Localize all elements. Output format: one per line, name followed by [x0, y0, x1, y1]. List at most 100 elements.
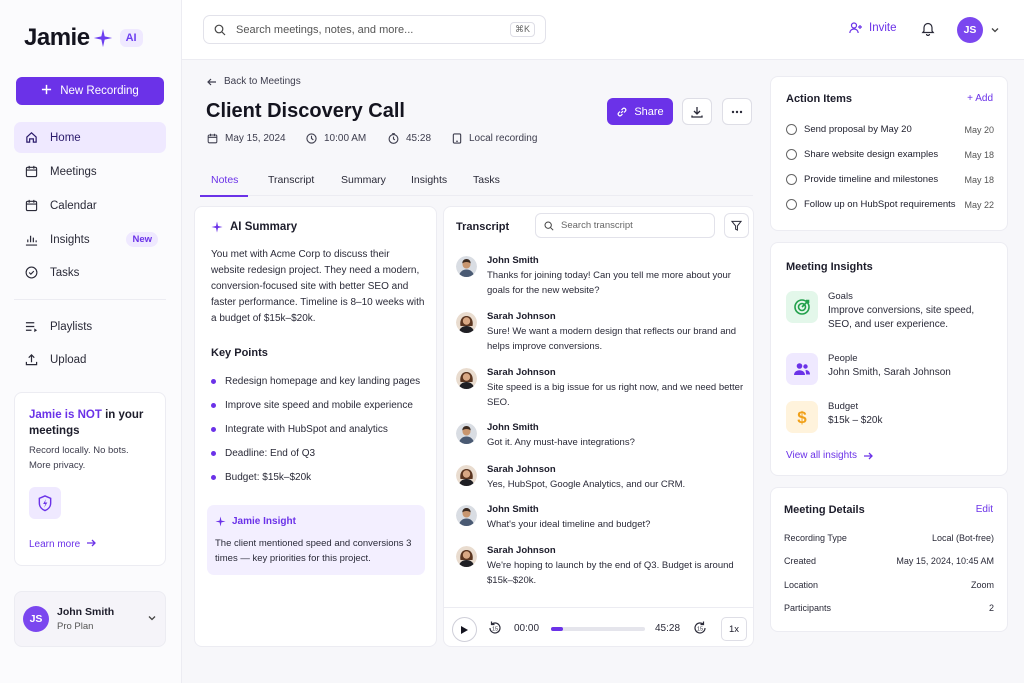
- user-name: John Smith: [57, 606, 115, 618]
- nav-item-insights[interactable]: Insights New: [14, 224, 166, 255]
- bell-icon[interactable]: [921, 21, 935, 39]
- bullet-icon: [211, 426, 216, 432]
- goals-value: Improve conversions, site speed, SEO, an…: [828, 305, 975, 330]
- nav-item-tasks[interactable]: Tasks: [14, 257, 166, 288]
- chevron-down-icon[interactable]: [990, 25, 1000, 38]
- tab-notes[interactable]: Notes: [211, 174, 238, 186]
- action-item[interactable]: Provide timeline and milestones May 18: [786, 174, 994, 185]
- transcript-message[interactable]: Sarah Johnson Sure! We want a modern desi…: [456, 311, 746, 354]
- key-point-text: Integrate with HubSpot and analytics: [225, 423, 388, 435]
- jamie-insight-heading: Jamie Insight: [215, 516, 417, 527]
- transcript-message[interactable]: Sarah Johnson Site speed is a big issue f…: [456, 367, 746, 410]
- nav-item-home[interactable]: Home: [14, 122, 166, 153]
- logo[interactable]: Jamie AI: [24, 24, 143, 52]
- chevron-down-icon: [147, 613, 157, 626]
- transcript-message[interactable]: John Smith What's your ideal timeline and…: [456, 504, 746, 532]
- transcript-message[interactable]: John Smith Got it. Any must-have integrat…: [456, 422, 746, 450]
- user-menu[interactable]: JS John Smith Pro Plan: [14, 591, 166, 647]
- insight-budget-body: Budget $15k – $20k: [828, 401, 883, 433]
- checkbox-circle-icon[interactable]: [786, 124, 797, 135]
- message-text: Site speed is a big issue for us right n…: [487, 382, 744, 408]
- meeting-insights-heading: Meeting Insights: [786, 261, 873, 273]
- insight-people: People John Smith, Sarah Johnson: [786, 353, 951, 385]
- ai-badge: AI: [119, 29, 143, 47]
- sparkle-icon: [211, 221, 223, 233]
- skip-forward-button[interactable]: 15: [692, 620, 708, 639]
- filter-button[interactable]: [724, 213, 749, 238]
- meeting-details-heading: Meeting Details: [784, 504, 865, 516]
- insight-goals: Goals Improve conversions, site speed, SE…: [786, 291, 988, 332]
- action-item-text: Send proposal by May 20: [804, 124, 912, 135]
- nav-item-playlists[interactable]: Playlists: [14, 311, 166, 342]
- shield-icon: [29, 487, 61, 519]
- calendar-icon: [24, 199, 38, 213]
- checkbox-circle-icon[interactable]: [786, 174, 797, 185]
- nav-item-meetings[interactable]: Meetings: [14, 156, 166, 187]
- learn-more-label: Learn more: [29, 539, 81, 550]
- total-time: 45:28: [655, 623, 681, 634]
- checkbox-circle-icon[interactable]: [786, 149, 797, 160]
- account-avatar[interactable]: JS: [957, 17, 983, 43]
- skip-back-button[interactable]: 15: [487, 620, 503, 639]
- check-circle-icon: [24, 266, 38, 280]
- jamie-insight-text: The client mentioned speed and conversio…: [215, 538, 412, 564]
- ai-summary-title: AI Summary: [230, 221, 298, 233]
- action-item[interactable]: Follow up on HubSpot requirements May 22: [786, 199, 994, 210]
- speaker-avatar-john: [456, 423, 477, 444]
- more-options-button[interactable]: [722, 98, 752, 125]
- message-body: John Smith What's your ideal timeline and…: [487, 504, 650, 532]
- meeting-time: 10:00 AM: [306, 133, 366, 144]
- learn-more-link[interactable]: Learn more: [29, 538, 97, 551]
- date-text: May 15, 2024: [225, 133, 286, 144]
- key-points-list: Redesign homepage and key landing pages …: [211, 369, 420, 489]
- transcript-search-input[interactable]: Search transcript: [535, 213, 715, 238]
- nav-item-upload[interactable]: Upload: [14, 344, 166, 375]
- share-button[interactable]: Share: [607, 98, 673, 125]
- logo-text: Jamie: [24, 24, 90, 51]
- speaker-avatar-sarah: [456, 465, 477, 486]
- arrow-right-icon: [86, 538, 97, 551]
- clock-icon: [306, 133, 317, 144]
- play-icon: [460, 625, 469, 635]
- download-icon: [691, 106, 703, 118]
- add-action-item-button[interactable]: + Add: [967, 93, 993, 104]
- play-button[interactable]: [452, 617, 477, 642]
- action-item-text: Provide timeline and milestones: [804, 174, 939, 185]
- action-item[interactable]: Send proposal by May 20 May 20: [786, 124, 994, 135]
- transcript-message[interactable]: Sarah Johnson We're hoping to launch by t…: [456, 545, 746, 588]
- timer-icon: [388, 133, 399, 144]
- tab-transcript[interactable]: Transcript: [268, 174, 314, 186]
- playback-speed-button[interactable]: 1x: [721, 617, 747, 641]
- speaker-avatar-sarah: [456, 368, 477, 389]
- action-items-heading: Action Items: [786, 93, 853, 105]
- tab-tasks[interactable]: Tasks: [473, 174, 500, 186]
- jamie-insight-callout: Jamie Insight The client mentioned speed…: [207, 505, 425, 575]
- view-all-insights-link[interactable]: View all insights: [786, 450, 873, 461]
- speaker-avatar-john: [456, 505, 477, 526]
- new-recording-button[interactable]: New Recording: [16, 77, 164, 105]
- user-info: John Smith Pro Plan: [57, 606, 147, 632]
- transcript-message[interactable]: John Smith Thanks for joining today! Can …: [456, 255, 746, 298]
- key-point-item: Deadline: End of Q3: [211, 441, 420, 465]
- people-label: People: [828, 353, 858, 364]
- nav-item-calendar[interactable]: Calendar: [14, 190, 166, 221]
- key-points-heading: Key Points: [211, 347, 268, 359]
- action-item[interactable]: Share website design examples May 18: [786, 149, 994, 160]
- tab-summary[interactable]: Summary: [341, 174, 386, 186]
- tab-insights[interactable]: Insights: [411, 174, 447, 186]
- progress-track[interactable]: [551, 627, 645, 631]
- message-text: What's your ideal timeline and budget?: [487, 519, 651, 530]
- filter-icon: [731, 220, 742, 231]
- checkbox-circle-icon[interactable]: [786, 199, 797, 210]
- nav-label: Home: [50, 131, 81, 144]
- skip-fwd-seconds: 15: [697, 627, 703, 633]
- edit-details-button[interactable]: Edit: [976, 504, 993, 515]
- download-button[interactable]: [682, 98, 712, 125]
- upload-icon: [24, 353, 38, 367]
- invite-button[interactable]: Invite: [849, 22, 897, 34]
- back-to-meetings-link[interactable]: Back to Meetings: [207, 76, 301, 87]
- goals-label: Goals: [828, 291, 853, 302]
- global-search-input[interactable]: Search meetings, notes, and more... ⌘K: [203, 15, 546, 44]
- promo-title-highlight: Jamie is NOT: [29, 409, 102, 421]
- transcript-message[interactable]: Sarah Johnson Yes, HubSpot, Google Analyt…: [456, 464, 746, 492]
